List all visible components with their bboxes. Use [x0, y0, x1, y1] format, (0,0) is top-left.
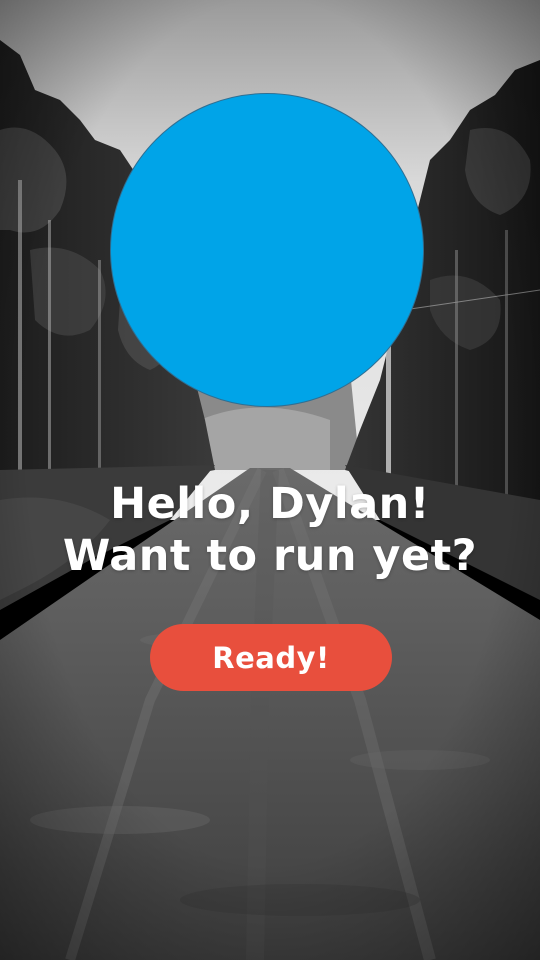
greeting-text: Hello, Dylan! Want to run yet?	[0, 478, 540, 582]
ready-button[interactable]: Ready!	[150, 624, 392, 691]
greeting-line-1: Hello, Dylan!	[110, 479, 430, 529]
profile-avatar-icon[interactable]	[110, 93, 424, 407]
greeting-line-2: Want to run yet?	[62, 531, 478, 581]
app-screen: Hello, Dylan! Want to run yet? Ready!	[0, 0, 540, 960]
